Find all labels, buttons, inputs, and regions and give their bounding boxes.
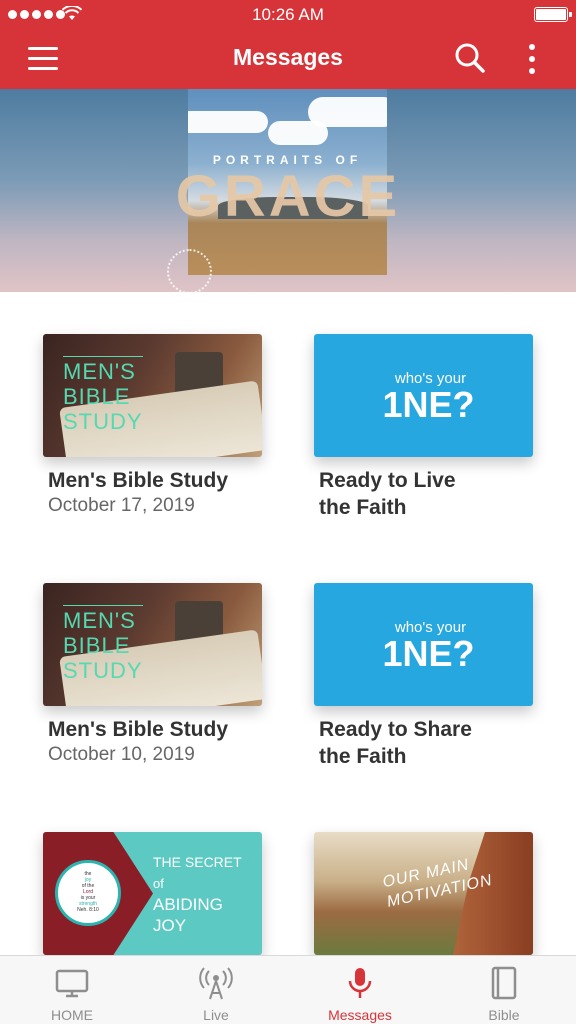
- thumb-text: MEN'S: [63, 359, 136, 384]
- thumb-text: STUDY: [63, 658, 143, 683]
- status-bar: 10:26 AM: [0, 0, 576, 30]
- page-title: Messages: [233, 44, 343, 70]
- more-options-button[interactable]: [520, 42, 544, 76]
- thumb-text: MEN'S: [63, 608, 136, 633]
- top-bar: 10:26 AM Messages: [0, 0, 576, 89]
- tv-icon: [55, 969, 89, 998]
- tab-home[interactable]: HOME: [0, 956, 144, 1024]
- tab-label: Messages: [328, 1007, 392, 1023]
- message-thumbnail: MEN'S BIBLE STUDY: [43, 334, 262, 457]
- battery-icon: [534, 7, 572, 22]
- featured-series-banner[interactable]: PORTRAITS OF GRACE: [0, 89, 576, 292]
- hero-title: GRACE: [175, 164, 401, 229]
- message-card[interactable]: the joy of the Lord is your strength Neh…: [43, 832, 262, 955]
- bottom-tab-bar: HOME Live Messages Bible: [0, 955, 576, 1024]
- book-icon: [491, 966, 517, 1000]
- message-card[interactable]: MEN'S BIBLE STUDY Men's Bible Study Octo…: [43, 334, 262, 516]
- tab-bible[interactable]: Bible: [432, 956, 576, 1024]
- message-date: October 10, 2019: [48, 744, 195, 765]
- message-thumbnail: MEN'S BIBLE STUDY: [43, 583, 262, 706]
- message-title: Men's Bible Study: [48, 718, 229, 741]
- thumb-text: of: [153, 876, 164, 891]
- thumb-text: 1NE?: [382, 384, 475, 425]
- tab-label: Bible: [488, 1007, 520, 1023]
- microphone-icon: [348, 968, 372, 998]
- message-title: Men's Bible Study: [48, 469, 229, 492]
- tab-label: Live: [203, 1007, 229, 1023]
- message-title: Ready to Live the Faith: [319, 469, 456, 519]
- thumb-text: STUDY: [63, 409, 143, 434]
- message-card[interactable]: OUR MAIN MOTIVATION: [314, 832, 533, 955]
- broadcast-icon: [199, 967, 233, 1000]
- message-thumbnail: OUR MAIN MOTIVATION: [314, 832, 533, 955]
- thumb-text: JOY: [153, 916, 187, 935]
- thumb-text: ABIDING: [153, 895, 223, 914]
- badge-logo: the joy of the Lord is your strength Neh…: [55, 860, 121, 926]
- message-card[interactable]: who's your 1NE? Ready to Share the Faith: [314, 583, 533, 768]
- message-title: Ready to Share the Faith: [319, 718, 472, 768]
- message-card[interactable]: MEN'S BIBLE STUDY Men's Bible Study Octo…: [43, 583, 262, 765]
- message-thumbnail: the joy of the Lord is your strength Neh…: [43, 832, 262, 955]
- thumb-text: 1NE?: [382, 633, 475, 674]
- search-icon[interactable]: [454, 42, 486, 74]
- thumb-text: THE SECRET: [153, 854, 242, 870]
- message-thumbnail: who's your 1NE?: [314, 334, 533, 457]
- thumb-text: BIBLE: [63, 384, 131, 409]
- tab-label: HOME: [51, 1007, 93, 1023]
- loading-indicator: [167, 249, 212, 292]
- message-card[interactable]: who's your 1NE? Ready to Live the Faith: [314, 334, 533, 519]
- status-time: 10:26 AM: [252, 5, 324, 24]
- message-thumbnail: who's your 1NE?: [314, 583, 533, 706]
- tab-messages[interactable]: Messages: [288, 956, 432, 1024]
- tab-live[interactable]: Live: [144, 956, 288, 1024]
- thumb-text: BIBLE: [63, 633, 131, 658]
- message-date: October 17, 2019: [48, 495, 195, 516]
